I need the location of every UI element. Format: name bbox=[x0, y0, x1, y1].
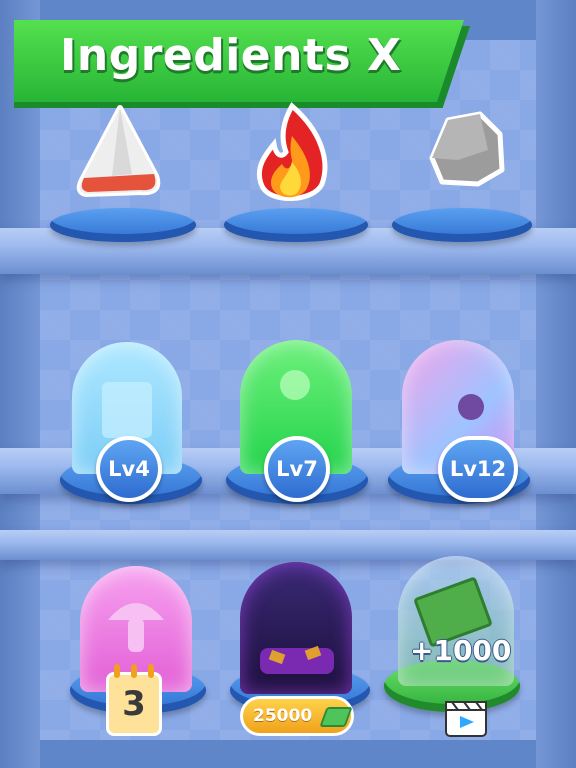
purple-orb-icon bbox=[458, 394, 484, 420]
shark-tooth-icon[interactable] bbox=[72, 104, 172, 204]
shelf-3-rim bbox=[0, 530, 576, 560]
level-badge-3: Lv12 bbox=[438, 436, 518, 502]
level-label: Lv4 bbox=[108, 457, 150, 481]
days-remaining: 3 bbox=[122, 684, 146, 724]
reward-amount: +1000 bbox=[410, 634, 512, 667]
dark-dome[interactable] bbox=[240, 562, 352, 694]
rock-icon[interactable] bbox=[428, 110, 508, 190]
cash-icon bbox=[319, 707, 353, 727]
level-label: Lv7 bbox=[276, 457, 318, 481]
pedestal-1 bbox=[50, 208, 196, 242]
wall-right bbox=[536, 0, 576, 768]
calendar-ring bbox=[148, 664, 154, 678]
buy-price-button[interactable]: 25000 bbox=[240, 696, 354, 736]
pedestal-2 bbox=[224, 208, 368, 242]
mushroom-icon bbox=[108, 603, 164, 652]
level-label: Lv12 bbox=[449, 457, 507, 481]
price-label: 25000 bbox=[253, 706, 313, 726]
green-orb-icon bbox=[280, 370, 310, 400]
calendar-ring bbox=[131, 664, 137, 678]
page-title: Ingredients X bbox=[60, 30, 402, 81]
pedestal-3 bbox=[392, 208, 532, 242]
fire-icon[interactable] bbox=[252, 102, 332, 208]
watch-video-icon[interactable] bbox=[444, 698, 488, 738]
wall-left bbox=[0, 0, 40, 768]
level-badge-2: Lv7 bbox=[264, 436, 330, 502]
ice-cube-icon bbox=[102, 382, 152, 438]
calendar-ring bbox=[114, 664, 120, 678]
level-badge-1: Lv4 bbox=[96, 436, 162, 502]
